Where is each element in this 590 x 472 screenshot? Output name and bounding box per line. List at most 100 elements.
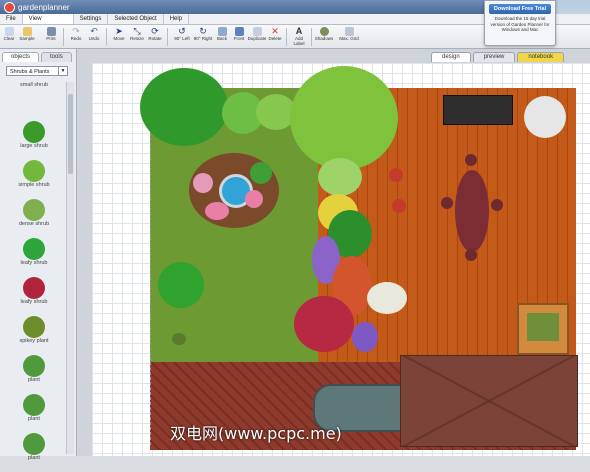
library-item[interactable]: small shrub [4,82,64,121]
tab-notebook[interactable]: notebook [517,52,565,62]
object-library: small shrub large shrub simple shrub den… [4,82,64,472]
red-shrub[interactable] [294,296,354,352]
duplicate-button[interactable]: Duplicate [247,27,267,47]
small-plant[interactable] [172,333,186,345]
potted-plant[interactable] [524,96,566,138]
tab-tools[interactable]: tools [41,52,72,62]
sample-icon [22,27,32,36]
library-item-label: plant [28,377,40,383]
tab-design[interactable]: design [431,52,471,62]
dense-shrub-icon [23,199,45,221]
pink-flower[interactable] [245,190,263,208]
library-item[interactable]: dense shrub [4,199,64,238]
download-free-trial-button[interactable]: Download Free Trial [489,4,551,14]
rotate-button[interactable]: ⟳ Rotate [145,27,165,47]
pink-flower[interactable] [193,173,213,193]
redo-icon: ↷ [72,26,80,36]
white-flowers[interactable] [367,282,407,314]
move-label: Move [113,36,125,41]
menu-selected-object[interactable]: Selected Object [108,14,164,24]
patio-table[interactable] [455,170,489,252]
add-label-button[interactable]: A Add Label [289,27,309,47]
back-label: Back [216,36,227,41]
plant-icon [23,394,45,416]
library-item[interactable]: simple shrub [4,160,64,199]
selection-guide [150,88,152,445]
tab-objects[interactable]: objects [2,52,40,62]
red-pot[interactable] [389,168,403,182]
menu-help[interactable]: Help [164,14,190,24]
plant-icon [23,355,45,377]
delete-icon: ✕ [271,26,279,36]
max-grid-button[interactable]: Max. Grid [339,27,359,47]
sidebar-tabs: objects tools [2,52,74,62]
large-tree[interactable] [140,68,228,146]
library-item-label: leafy shrub [20,299,48,305]
menu-file[interactable]: File [0,14,23,24]
purple-flowers[interactable] [352,322,378,352]
library-item[interactable]: spikey plant [4,316,64,355]
chair[interactable] [465,154,477,166]
chair[interactable] [465,249,477,261]
red-pot[interactable] [392,199,406,213]
library-item[interactable]: leafy shrub [4,277,64,316]
chair[interactable] [491,199,503,211]
move-icon: ➤ [115,26,123,36]
print-icon [46,27,56,36]
planter-box[interactable] [517,303,569,355]
move-button[interactable]: ➤ Move [109,27,129,47]
shadows-button[interactable]: Shadows [314,27,334,47]
plant-icon [23,433,45,455]
library-item-label: simple shrub [18,182,50,188]
front-button[interactable]: Front [229,27,249,47]
undo-label: Undo [88,36,100,41]
sample-label: Sample [19,36,35,41]
leafy-shrub[interactable] [318,158,362,196]
chair[interactable] [441,197,453,209]
library-item-label: plant [28,416,40,422]
library-item[interactable]: plant [4,433,64,472]
clear-label: Clear [3,36,15,41]
app-logo: gardenplanner [4,1,70,13]
delete-label: Delete [268,36,282,41]
logo-icon [4,1,15,13]
menu-settings[interactable]: Settings [74,14,109,24]
leafy-shrub-icon [23,238,45,260]
sample-button[interactable]: Sample [17,27,37,47]
pink-flower[interactable] [205,202,229,220]
scrollbar-thumb[interactable] [68,94,73,174]
undo-button[interactable]: ↶ Undo [84,27,104,47]
library-item[interactable]: large shrub [4,121,64,160]
flowering-tree[interactable] [290,66,398,170]
redo-button[interactable]: ↷ Redo [66,27,86,47]
rotate-left-button[interactable]: ↺ 90° Left [172,27,192,47]
rotate-left-icon: ↺ [178,26,186,36]
resize-button[interactable]: ⤡ Resize [127,27,147,47]
rotate-icon: ⟳ [151,26,159,36]
library-item[interactable]: leafy shrub [4,238,64,277]
house-roof[interactable] [400,355,578,447]
library-scrollbar[interactable] [66,82,74,454]
front-icon [234,27,244,36]
leafy-shrub[interactable] [158,262,204,308]
tab-preview[interactable]: preview [472,52,516,62]
library-item-label: leafy shrub [20,260,48,266]
library-item[interactable]: plant [4,355,64,394]
library-item[interactable]: plant [4,394,64,433]
small-shrub[interactable] [250,162,272,184]
resize-label: Resize [130,36,144,41]
duplicate-icon [252,27,262,36]
library-item-label: large shrub [20,143,48,149]
clear-icon [4,27,14,36]
barbecue-grill[interactable] [443,95,513,125]
rotate-right-label: 90° Right [193,36,213,41]
front-label: Front [233,36,245,41]
rotate-right-button[interactable]: ↻ 90° Right [193,27,213,47]
max-grid-label: Max. Grid [339,36,359,41]
menu-view[interactable]: View [22,14,74,24]
redo-label: Redo [70,36,82,41]
category-select[interactable]: Shrubs & Plants ▼ [6,66,68,76]
shadows-label: Shadows [314,36,334,41]
delete-button[interactable]: ✕ Delete [265,27,285,47]
print-button[interactable]: Print [41,27,61,47]
